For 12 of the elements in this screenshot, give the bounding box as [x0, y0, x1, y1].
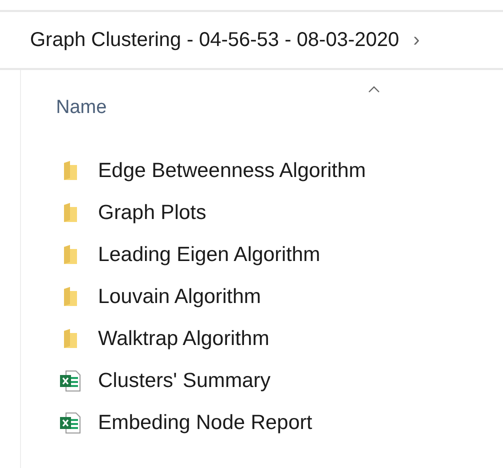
breadcrumb-chevron[interactable]: ›	[413, 28, 420, 52]
breadcrumb-folder[interactable]: Graph Clustering - 04-56-53 - 08-03-2020	[30, 28, 400, 52]
file-name[interactable]: Walktrap Algorithm	[98, 327, 270, 351]
file-name[interactable]: Graph Plots	[98, 201, 206, 225]
file-name[interactable]: Embeding Node Report	[98, 411, 312, 435]
file-name[interactable]: Leading Eigen Algorithm	[98, 243, 320, 267]
name-column-header[interactable]: Name	[56, 97, 107, 119]
file-name[interactable]: Louvain Algorithm	[98, 285, 261, 309]
file-name[interactable]: Edge Betweenness Algorithm	[98, 159, 366, 183]
spreadsheet-icon	[59, 370, 81, 392]
file-name[interactable]: Clusters' Summary	[98, 369, 270, 393]
spreadsheet-icon	[59, 412, 81, 434]
